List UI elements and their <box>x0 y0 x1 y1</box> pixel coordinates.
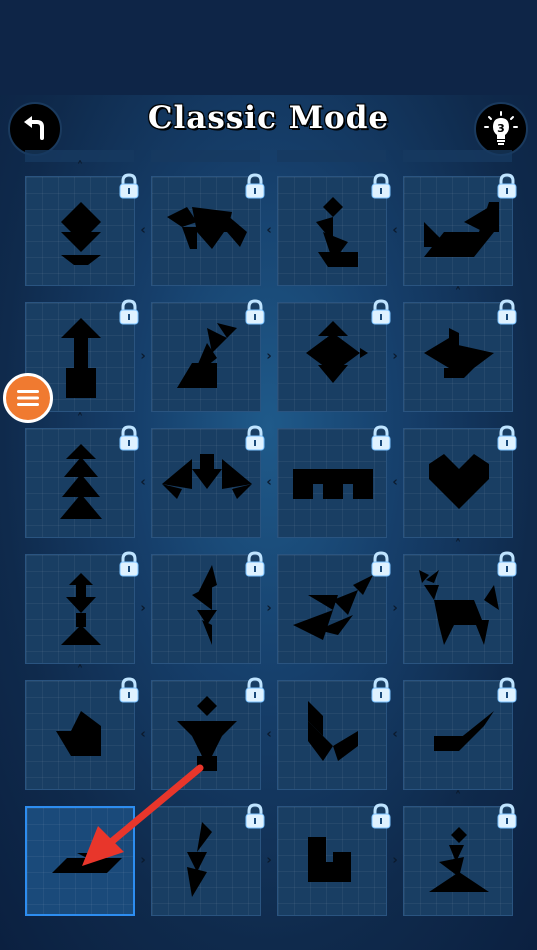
path-connector-icon: ‹ <box>140 727 146 742</box>
level-tile-hook[interactable] <box>277 677 391 790</box>
padlock-icon <box>244 677 266 703</box>
row-peek <box>277 150 386 162</box>
padlock-icon <box>370 551 392 577</box>
level-tile-sitting-person[interactable] <box>403 803 517 916</box>
level-tile-deer[interactable] <box>403 551 517 664</box>
padlock-icon <box>370 173 392 199</box>
padlock-icon <box>496 173 518 199</box>
padlock-icon <box>244 425 266 451</box>
padlock-icon <box>118 173 140 199</box>
path-connector-icon: › <box>266 349 272 364</box>
level-tile-bridge[interactable] <box>277 425 391 538</box>
level-tile-bird-on-ground[interactable] <box>403 173 517 286</box>
level-tile-cup[interactable] <box>151 677 265 790</box>
padlock-icon <box>244 551 266 577</box>
level-tile-leaf-figure[interactable] <box>151 551 265 664</box>
padlock-icon <box>370 299 392 325</box>
row-peek <box>403 150 512 162</box>
level-tile-heart[interactable] <box>403 425 517 538</box>
level-tile-fish-diamond[interactable] <box>277 299 391 412</box>
level-tile-boat[interactable] <box>403 299 517 412</box>
path-connector-icon: › <box>140 601 146 616</box>
level-tile-pine-tree[interactable] <box>25 425 139 538</box>
level-grid: ‹ ‹ ‹ › › › ˄ ‹ ‹ ‹ ˄ › › › ˄ ‹ ‹ ‹ ˄ › › › ˄ ˄ <box>0 150 537 950</box>
path-connector-icon: ‹ <box>392 727 398 742</box>
top-status-area <box>0 0 537 95</box>
path-connector-icon: ‹ <box>140 475 146 490</box>
padlock-icon <box>118 677 140 703</box>
padlock-icon <box>118 425 140 451</box>
path-connector-icon: › <box>140 853 146 868</box>
level-tile-flying-bird[interactable] <box>277 551 391 664</box>
hamburger-menu-icon <box>17 390 39 406</box>
hint-button[interactable]: 3 <box>474 102 528 156</box>
level-tile-bat[interactable] <box>151 425 265 538</box>
level-tile-kneeling-figure[interactable] <box>277 173 391 286</box>
padlock-icon <box>244 299 266 325</box>
path-connector-icon: › <box>392 601 398 616</box>
padlock-icon <box>118 551 140 577</box>
path-connector-icon: ‹ <box>392 223 398 238</box>
path-connector-icon: ‹ <box>140 223 146 238</box>
padlock-icon <box>496 425 518 451</box>
padlock-icon <box>496 677 518 703</box>
padlock-icon <box>370 677 392 703</box>
path-connector-icon: ˄ <box>76 412 84 427</box>
page-title: Classic Mode <box>147 100 390 136</box>
hint-count: 3 <box>497 122 505 135</box>
path-connector-icon: ˄ <box>454 286 462 301</box>
padlock-icon <box>496 299 518 325</box>
padlock-icon <box>496 803 518 829</box>
path-connector-icon: ‹ <box>266 475 272 490</box>
path-connector-icon: › <box>266 853 272 868</box>
level-tile-plane[interactable] <box>403 677 517 790</box>
path-connector-icon: ˄ <box>76 664 84 679</box>
tangram-silhouette <box>52 853 122 873</box>
lightbulb-icon: 3 <box>484 111 518 145</box>
path-connector-icon: ‹ <box>266 223 272 238</box>
path-connector-icon: ˄ <box>454 538 462 553</box>
path-connector-icon: ˄ <box>454 790 462 805</box>
padlock-icon <box>496 551 518 577</box>
level-tile-house[interactable] <box>25 677 139 790</box>
level-tile-parallelogram-pair[interactable] <box>25 806 135 916</box>
path-connector-icon: › <box>140 349 146 364</box>
level-tile-crawling-animal[interactable] <box>151 173 265 286</box>
padlock-icon <box>118 299 140 325</box>
path-connector-icon: ‹ <box>392 475 398 490</box>
padlock-icon <box>370 803 392 829</box>
path-connector-icon: ‹ <box>266 727 272 742</box>
side-menu-button[interactable] <box>3 373 53 423</box>
level-tile-diamond-on-boat[interactable] <box>25 173 139 286</box>
path-connector-icon: › <box>392 349 398 364</box>
padlock-icon <box>244 173 266 199</box>
level-tile-totem[interactable] <box>25 551 139 664</box>
level-tile-chair[interactable] <box>277 803 391 916</box>
path-connector-icon: › <box>392 853 398 868</box>
padlock-icon <box>244 803 266 829</box>
path-connector-icon: ˄ <box>76 160 84 175</box>
path-connector-icon: › <box>266 601 272 616</box>
level-tile-sitting-cat[interactable] <box>151 299 265 412</box>
padlock-icon <box>370 425 392 451</box>
level-tile-zigzag[interactable] <box>151 803 265 916</box>
row-peek <box>151 150 260 162</box>
